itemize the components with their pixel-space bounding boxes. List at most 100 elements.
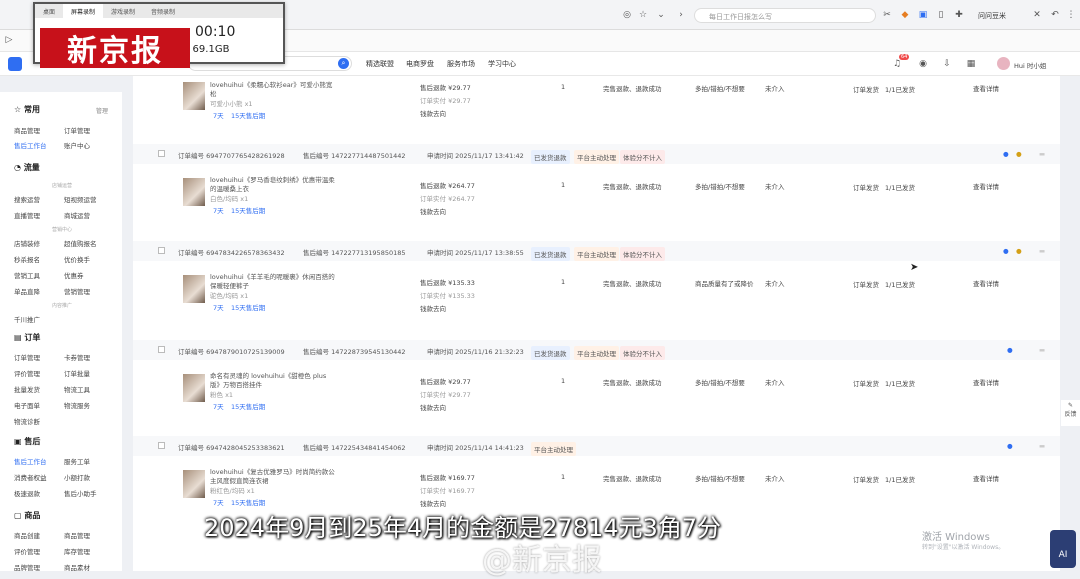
sidebar-item[interactable]: 批量发货 [14, 384, 40, 394]
undo-icon[interactable]: ↶ [1050, 10, 1060, 20]
download-icon[interactable]: ⇩ [942, 59, 952, 69]
more-icon[interactable]: ▬ [1039, 150, 1045, 158]
fund-route-link[interactable]: 钱款去向 [420, 108, 446, 118]
product-title[interactable]: lovehuihui《罗马香皂纹刺绣》优惠带温柔的温暖桑上衣 [210, 176, 335, 194]
sidebar-item[interactable]: 营销管理 [64, 286, 90, 296]
fund-route-link[interactable]: 钱款去向 [420, 402, 446, 412]
sidebar-item[interactable]: 优价换手 [64, 254, 90, 264]
sidebar-item[interactable]: 消费者权益 [14, 472, 47, 482]
nav-learning-center[interactable]: 学习中心 [488, 59, 516, 69]
sidebar-item[interactable]: 超值购报名 [64, 238, 97, 248]
chat-icon[interactable]: ● [1003, 247, 1009, 255]
extension-label[interactable]: 问问豆米 [978, 11, 1006, 21]
product-thumbnail[interactable] [183, 82, 205, 110]
sidebar-manage-link[interactable]: 管理 [96, 106, 108, 115]
sidebar-item[interactable]: 千川推广 [14, 314, 40, 324]
product-thumbnail[interactable] [183, 178, 205, 206]
feedback-button[interactable]: ✎ 反馈 [1061, 400, 1080, 426]
flag-icon[interactable]: ● [1016, 150, 1022, 158]
sidebar-item[interactable]: 库存管理 [64, 546, 90, 556]
logistics-link[interactable]: 订单发货 [853, 279, 879, 289]
sidebar-section-traffic[interactable]: ◔ 流量 [14, 162, 40, 173]
recorder-tab-audio[interactable]: 音频录制 [143, 4, 183, 18]
sidebar-section-orders[interactable]: ▤ 订单 [14, 332, 40, 343]
browser-search-input[interactable]: 每日工作日报怎么写 [694, 8, 876, 23]
fund-route-link[interactable]: 钱款去向 [420, 498, 446, 508]
recorder-tab-screen[interactable]: 屏幕录制 [63, 4, 104, 18]
sidebar-item[interactable]: 订单管理 [64, 125, 90, 135]
product-title[interactable]: lovehuihui《柔糯心软衫ear》可爱小熊宽松 [210, 81, 335, 99]
mute-icon[interactable]: ✕ [1032, 10, 1042, 20]
more-icon[interactable]: ▬ [1039, 346, 1045, 354]
sidebar-item[interactable]: 账户中心 [64, 140, 90, 150]
flag-icon[interactable]: ● [1016, 247, 1022, 255]
logistics-progress[interactable]: 1/1已发货 [885, 279, 915, 289]
recorder-tab-desktop[interactable]: 桌面 [35, 4, 63, 18]
view-details-link[interactable]: 查看详情 [973, 377, 999, 387]
grid-icon[interactable]: ▦ [966, 59, 976, 69]
tablet-icon[interactable]: ▯ [936, 10, 946, 20]
order-checkbox[interactable] [158, 150, 165, 157]
product-title[interactable]: lovehuihui《复古优雅罗马》时尚简约款公主风度假直筒连衣裙 [210, 468, 335, 486]
window-icon[interactable]: ▣ [918, 10, 928, 20]
view-details-link[interactable]: 查看详情 [973, 83, 999, 93]
logistics-link[interactable]: 订单发货 [853, 182, 879, 192]
sidebar-item[interactable]: 单品直降 [14, 286, 40, 296]
logistics-progress[interactable]: 1/1已发货 [885, 182, 915, 192]
sidebar-item[interactable]: 物流工具 [64, 384, 90, 394]
nav-compass[interactable]: 电商罗盘 [406, 59, 434, 69]
sidebar-item[interactable]: 店铺装修 [14, 238, 40, 248]
user-name[interactable]: Hui 时小姐 [1014, 60, 1046, 70]
chevron-right-icon[interactable]: › [676, 10, 686, 20]
chat-icon[interactable]: ● [1007, 442, 1013, 450]
fund-route-link[interactable]: 钱款去向 [420, 206, 446, 216]
view-details-link[interactable]: 查看详情 [973, 181, 999, 191]
logistics-progress[interactable]: 1/1已发货 [885, 474, 915, 484]
sidebar-item[interactable]: 搜索运营 [14, 194, 40, 204]
sidebar-item-active[interactable]: 售后工作台 [14, 140, 47, 150]
sidebar-item[interactable]: 售后小助手 [64, 488, 97, 498]
order-checkbox[interactable] [158, 346, 165, 353]
sidebar-item[interactable]: 极速退款 [14, 488, 40, 498]
nav-service-market[interactable]: 服务市场 [447, 59, 475, 69]
ai-assistant-icon[interactable]: AI [1050, 530, 1076, 568]
fox-icon[interactable]: ◆ [900, 10, 910, 20]
logistics-progress[interactable]: 1/1已发货 [885, 378, 915, 388]
sidebar-item[interactable]: 商品管理 [14, 125, 40, 135]
more-icon[interactable]: ▬ [1039, 442, 1045, 450]
scissors-icon[interactable]: ✂ [882, 10, 892, 20]
menu-icon[interactable]: ⋮ [1066, 10, 1076, 20]
puzzle-icon[interactable]: ✚ [954, 10, 964, 20]
product-thumbnail[interactable] [183, 470, 205, 498]
sidebar-item[interactable]: 小额打款 [64, 472, 90, 482]
chat-icon[interactable]: ● [1007, 346, 1013, 354]
star-icon[interactable]: ☆ [638, 10, 648, 20]
sidebar-item-active[interactable]: 售后工作台 [14, 456, 47, 466]
sidebar-item[interactable]: 优惠券 [64, 270, 84, 280]
product-title[interactable]: 命名有灵魂的 lovehuihui《甜橙色 plus版》万物百搭挂件 [210, 372, 335, 390]
view-details-link[interactable]: 查看详情 [973, 278, 999, 288]
sidebar-item[interactable]: 商品管理 [64, 530, 90, 540]
sidebar-item[interactable]: 商城运营 [64, 210, 90, 220]
sidebar-item[interactable]: 短视频运营 [64, 194, 97, 204]
sidebar-item[interactable]: 评价管理 [14, 368, 40, 378]
product-thumbnail[interactable] [183, 374, 205, 402]
more-icon[interactable]: ▬ [1039, 247, 1045, 255]
chat-icon[interactable]: ● [1003, 150, 1009, 158]
order-checkbox[interactable] [158, 442, 165, 449]
chevron-down-icon[interactable]: ⌄ [656, 10, 666, 20]
sidebar-section-common[interactable]: ☆ 常用 [14, 104, 40, 115]
product-thumbnail[interactable] [183, 275, 205, 303]
sidebar-item[interactable]: 评价管理 [14, 546, 40, 556]
bell-icon[interactable]: ♫ [892, 59, 902, 69]
fund-route-link[interactable]: 钱款去向 [420, 303, 446, 313]
sidebar-item[interactable]: 秒杀报名 [14, 254, 40, 264]
avatar[interactable] [997, 57, 1010, 70]
service-icon[interactable]: ◉ [918, 59, 928, 69]
product-title[interactable]: lovehuihui《羊羊毛的呢暖裹》休闲百搭的保暖轻便裤子 [210, 273, 335, 291]
sidebar-item[interactable]: 服务工单 [64, 456, 90, 466]
recorder-tab-game[interactable]: 游戏录制 [103, 4, 143, 18]
sidebar-section-aftersale[interactable]: ▣ 售后 [14, 436, 40, 447]
order-checkbox[interactable] [158, 247, 165, 254]
sidebar-item[interactable]: 订单批量 [64, 368, 90, 378]
